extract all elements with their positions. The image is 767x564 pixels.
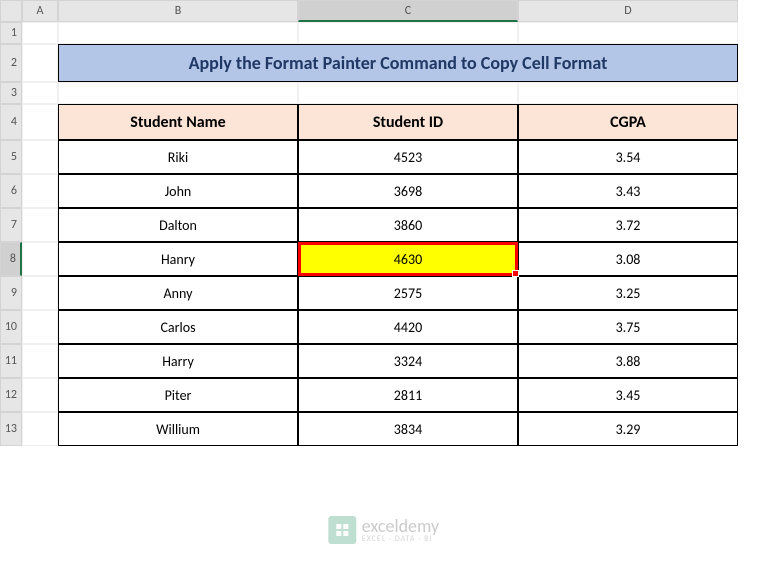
row-header-3[interactable]: 3	[0, 82, 22, 104]
row-header-13[interactable]: 13	[0, 412, 22, 446]
watermark-text: exceldemy EXCEL · DATA · BI	[362, 517, 439, 543]
cell-a6[interactable]	[22, 174, 58, 208]
row-header-10[interactable]: 10	[0, 310, 22, 344]
cell-c1[interactable]	[298, 22, 518, 44]
student-id-2[interactable]: 3860	[298, 208, 518, 242]
student-id-5[interactable]: 4420	[298, 310, 518, 344]
student-cgpa-4[interactable]: 3.25	[518, 276, 738, 310]
student-cgpa-2[interactable]: 3.72	[518, 208, 738, 242]
cell-d3[interactable]	[518, 82, 738, 104]
student-name-7[interactable]: Piter	[58, 378, 298, 412]
cell-a7[interactable]	[22, 208, 58, 242]
watermark-icon	[328, 516, 356, 544]
student-id-3[interactable]: 4630	[298, 242, 518, 276]
cell-a4[interactable]	[22, 104, 58, 140]
student-id-7[interactable]: 2811	[298, 378, 518, 412]
student-cgpa-0[interactable]: 3.54	[518, 140, 738, 174]
student-id-8[interactable]: 3834	[298, 412, 518, 446]
col-header-c[interactable]: C	[298, 0, 518, 22]
student-cgpa-3[interactable]: 3.08	[518, 242, 738, 276]
row-header-12[interactable]: 12	[0, 378, 22, 412]
row-header-2[interactable]: 2	[0, 44, 22, 82]
cell-a13[interactable]	[22, 412, 58, 446]
cell-a2[interactable]	[22, 44, 58, 82]
cell-a3[interactable]	[22, 82, 58, 104]
cell-b1[interactable]	[58, 22, 298, 44]
row-header-7[interactable]: 7	[0, 208, 22, 242]
highlighted-value: 4630	[394, 251, 422, 268]
header-id[interactable]: Student ID	[298, 104, 518, 140]
student-id-4[interactable]: 2575	[298, 276, 518, 310]
student-cgpa-7[interactable]: 3.45	[518, 378, 738, 412]
student-cgpa-8[interactable]: 3.29	[518, 412, 738, 446]
watermark-main: exceldemy	[362, 517, 439, 535]
watermark: exceldemy EXCEL · DATA · BI	[328, 516, 439, 544]
student-name-6[interactable]: Harry	[58, 344, 298, 378]
col-header-b[interactable]: B	[58, 0, 298, 22]
col-header-a[interactable]: A	[22, 0, 58, 22]
cell-a11[interactable]	[22, 344, 58, 378]
row-header-11[interactable]: 11	[0, 344, 22, 378]
student-name-5[interactable]: Carlos	[58, 310, 298, 344]
selection-handle[interactable]	[512, 270, 519, 277]
row-header-4[interactable]: 4	[0, 104, 22, 140]
spreadsheet-grid: A B C D 1 2 Apply the Format Painter Com…	[0, 0, 767, 446]
cell-a8[interactable]	[22, 242, 58, 276]
student-name-8[interactable]: Willium	[58, 412, 298, 446]
cell-c3[interactable]	[298, 82, 518, 104]
student-id-1[interactable]: 3698	[298, 174, 518, 208]
student-name-3[interactable]: Hanry	[58, 242, 298, 276]
cell-a5[interactable]	[22, 140, 58, 174]
student-name-4[interactable]: Anny	[58, 276, 298, 310]
student-name-2[interactable]: Dalton	[58, 208, 298, 242]
cell-d1[interactable]	[518, 22, 738, 44]
cell-a10[interactable]	[22, 310, 58, 344]
row-header-9[interactable]: 9	[0, 276, 22, 310]
header-cgpa[interactable]: CGPA	[518, 104, 738, 140]
cell-a9[interactable]	[22, 276, 58, 310]
row-header-1[interactable]: 1	[0, 22, 22, 44]
cell-a1[interactable]	[22, 22, 58, 44]
student-name-1[interactable]: John	[58, 174, 298, 208]
header-name[interactable]: Student Name	[58, 104, 298, 140]
col-header-d[interactable]: D	[518, 0, 738, 22]
student-cgpa-5[interactable]: 3.75	[518, 310, 738, 344]
row-header-8[interactable]: 8	[0, 242, 22, 276]
row-header-5[interactable]: 5	[0, 140, 22, 174]
cell-b3[interactable]	[58, 82, 298, 104]
student-id-0[interactable]: 4523	[298, 140, 518, 174]
cell-a12[interactable]	[22, 378, 58, 412]
student-id-6[interactable]: 3324	[298, 344, 518, 378]
student-cgpa-1[interactable]: 3.43	[518, 174, 738, 208]
watermark-sub: EXCEL · DATA · BI	[362, 535, 439, 543]
select-all-corner[interactable]	[0, 0, 22, 22]
student-name-0[interactable]: Riki	[58, 140, 298, 174]
row-header-6[interactable]: 6	[0, 174, 22, 208]
title-cell[interactable]: Apply the Format Painter Command to Copy…	[58, 44, 738, 82]
student-cgpa-6[interactable]: 3.88	[518, 344, 738, 378]
